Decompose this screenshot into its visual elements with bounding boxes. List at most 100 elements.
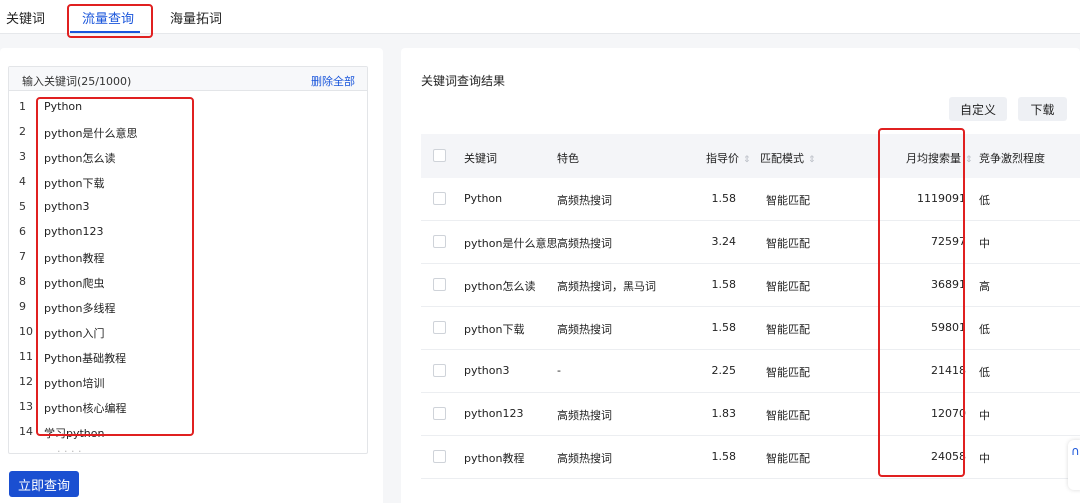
cell-competition: 中	[979, 409, 990, 422]
cell-monthly-volume: 1119091	[917, 192, 966, 205]
cell-price: 3.24	[711, 235, 737, 248]
keyword-input-box[interactable]: 输入关键词(25/1000) 删除全部 1 Python 2 python是什么意思 3…	[8, 66, 368, 454]
sort-icon[interactable]: ⇕	[743, 155, 751, 165]
cell-monthly-volume: 24058	[931, 450, 966, 463]
cell-price: 1.83	[711, 407, 737, 420]
keyword-list-item[interactable]: 8 python爬虫	[9, 268, 367, 293]
sort-icon[interactable]: ⇕	[965, 155, 973, 165]
cell-competition: 低	[979, 366, 990, 379]
keyword-line-number: 11	[19, 350, 33, 363]
keyword-text: Python	[44, 100, 83, 113]
cell-feature: 高频热搜词	[557, 323, 612, 336]
col-price-label: 指导价	[706, 152, 739, 165]
keyword-list-item[interactable]: 11 Python基础教程	[9, 343, 367, 368]
col-price[interactable]: 指导价 ⇕	[706, 150, 751, 166]
cell-price: 1.58	[711, 278, 737, 291]
cell-monthly-volume: 36891	[931, 278, 966, 291]
download-button[interactable]: 下载	[1018, 97, 1067, 121]
cell-keyword: python怎么读	[464, 280, 536, 293]
col-monthly[interactable]: 月均搜索量 ⇕	[906, 150, 973, 166]
keyword-line-number: 4	[19, 175, 26, 188]
tab-keyword[interactable]: 关键词	[6, 8, 45, 27]
keyword-line-number: 6	[19, 225, 26, 238]
cell-keyword: python123	[464, 407, 524, 420]
keyword-line-number: 3	[19, 150, 26, 163]
headset-icon: ∩	[1071, 444, 1080, 458]
cell-monthly-volume: 72597	[931, 235, 966, 248]
keyword-line-number: 12	[19, 375, 33, 388]
cell-feature: 高频热搜词	[557, 409, 612, 422]
cell-keyword: python下载	[464, 323, 525, 336]
top-tab-bar: 关键词 流量查询 海量拓词	[0, 0, 1080, 34]
keyword-line-number: 2	[19, 125, 26, 138]
select-all-checkbox[interactable]	[433, 149, 446, 162]
keyword-list-item[interactable]: 10 python入门	[9, 318, 367, 343]
cell-feature: 高频热搜词	[557, 452, 612, 465]
cell-mode: 智能匹配	[766, 194, 810, 207]
keyword-list-item[interactable]: 3 python怎么读	[9, 143, 367, 168]
table-header: 关键词 特色 指导价 ⇕ 匹配模式 ⇕ 月均搜索量 ⇕ 竞争激烈程度	[421, 134, 1080, 178]
cell-mode: 智能匹配	[766, 280, 810, 293]
table-row[interactable]: Python 高频热搜词 1.58 智能匹配 1119091 低	[421, 178, 1080, 221]
table-row[interactable]: python123 高频热搜词 1.83 智能匹配 12070 中	[421, 393, 1080, 436]
row-checkbox[interactable]	[433, 321, 446, 334]
keyword-text: python是什么意思	[44, 127, 138, 140]
row-checkbox[interactable]	[433, 278, 446, 291]
cell-keyword: Python	[464, 192, 503, 205]
table-row[interactable]: python教程 高频热搜词 1.58 智能匹配 24058 中	[421, 436, 1080, 479]
keyword-text: python爬虫	[44, 277, 105, 290]
keyword-text: 学习python	[44, 427, 105, 440]
keyword-list-item[interactable]: 2 python是什么意思	[9, 118, 367, 143]
cell-price: 2.25	[711, 364, 737, 377]
row-checkbox[interactable]	[433, 192, 446, 205]
keyword-text: python3	[44, 200, 90, 213]
table-row[interactable]: python怎么读 高频热搜词，黑马词 1.58 智能匹配 36891 高	[421, 264, 1080, 307]
cell-price: 1.58	[711, 450, 737, 463]
results-title: 关键词查询结果	[421, 74, 506, 88]
keyword-list-item[interactable]: 13 python核心编程	[9, 393, 367, 418]
table-row[interactable]: python下载 高频热搜词 1.58 智能匹配 59801 低	[421, 307, 1080, 350]
delete-all-button[interactable]: 删除全部	[311, 73, 355, 89]
keyword-list-item[interactable]: 6 python123	[9, 218, 367, 243]
cell-mode: 智能匹配	[766, 409, 810, 422]
query-now-button[interactable]: 立即查询	[9, 471, 79, 497]
keyword-list-item[interactable]: 1 Python	[9, 93, 367, 118]
keyword-line-number: 10	[19, 325, 33, 338]
cell-feature: -	[557, 364, 561, 377]
keyword-line-number: 14	[19, 425, 33, 438]
col-mode[interactable]: 匹配模式 ⇕	[760, 150, 816, 166]
cell-price: 1.58	[711, 321, 737, 334]
table-row[interactable]: python3 - 2.25 智能匹配 21418 低	[421, 350, 1080, 393]
row-checkbox[interactable]	[433, 364, 446, 377]
keyword-list[interactable]: 1 Python 2 python是什么意思 3 python怎么读 4 python下载 5 p…	[9, 93, 367, 443]
cell-competition: 高	[979, 280, 990, 293]
active-tab-indicator	[70, 31, 140, 33]
row-checkbox[interactable]	[433, 235, 446, 248]
cell-monthly-volume: 59801	[931, 321, 966, 334]
keyword-list-item[interactable]: 5 python3	[9, 193, 367, 218]
keyword-list-item[interactable]: 4 python下载	[9, 168, 367, 193]
keyword-text: python怎么读	[44, 152, 116, 165]
floating-helper[interactable]: ∩	[1068, 440, 1080, 490]
keyword-text: Python基础教程	[44, 352, 127, 365]
tab-keyword-expansion[interactable]: 海量拓词	[170, 8, 222, 27]
keyword-list-item[interactable]: 7 python教程	[9, 243, 367, 268]
cell-competition: 中	[979, 237, 990, 250]
col-competition: 竞争激烈程度	[979, 152, 1045, 165]
keyword-list-item[interactable]: 12 python培训	[9, 368, 367, 393]
row-checkbox[interactable]	[433, 450, 446, 463]
table-row[interactable]: python是什么意思 高频热搜词 3.24 智能匹配 72597 中	[421, 221, 1080, 264]
col-monthly-label: 月均搜索量	[906, 152, 961, 165]
keyword-text: python入门	[44, 327, 105, 340]
custom-button[interactable]: 自定义	[949, 97, 1007, 121]
keyword-line-number: 8	[19, 275, 26, 288]
tab-traffic-query[interactable]: 流量查询	[82, 8, 134, 27]
col-mode-label: 匹配模式	[760, 152, 804, 165]
keyword-count-label: 输入关键词(25/1000)	[22, 75, 132, 88]
col-keyword: 关键词	[464, 152, 497, 165]
keyword-list-item[interactable]: 14 学习python	[9, 418, 367, 443]
row-checkbox[interactable]	[433, 407, 446, 420]
cell-mode: 智能匹配	[766, 237, 810, 250]
keyword-list-item[interactable]: 9 python多线程	[9, 293, 367, 318]
sort-icon[interactable]: ⇕	[808, 155, 816, 165]
